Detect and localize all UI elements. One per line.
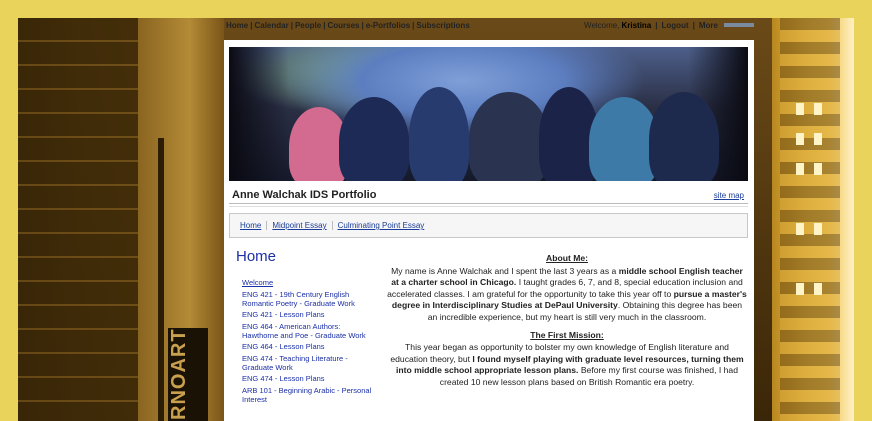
mission-paragraph: This year began as opportunity to bolste… (390, 342, 744, 387)
window (814, 223, 822, 235)
page-subnav: Home Midpoint Essay Culminating Point Es… (229, 213, 748, 238)
subnav-culminating-point-essay[interactable]: Culminating Point Essay (331, 221, 430, 230)
nav-people[interactable]: People (295, 21, 321, 30)
divider (229, 206, 748, 207)
welcome-label: Welcome, (584, 20, 620, 30)
window (796, 103, 804, 115)
nav-eportfolios[interactable]: e-Portfolios (366, 21, 410, 30)
top-nav-links: Home | Calendar | People | Courses | e-Portfolio… (226, 20, 470, 30)
main-content: About Me: My name is Anne Walchak and I … (387, 253, 747, 395)
nav-calendar[interactable]: Calendar (254, 21, 288, 30)
user-menu: Welcome, Kristina | Logout | More (584, 21, 754, 30)
nav-subscriptions[interactable]: Subscriptions (416, 21, 469, 30)
tower-windows (780, 18, 840, 421)
divider (229, 203, 748, 204)
window (814, 133, 822, 145)
gallery-sign: RNOART (168, 328, 208, 421)
window (796, 283, 804, 295)
student-figure (649, 92, 719, 181)
subnav-home[interactable]: Home (240, 221, 266, 230)
sidebar-item-eng421-lessons[interactable]: ENG 421 - Lesson Plans (242, 310, 372, 319)
sitemap-link[interactable]: site map (714, 191, 744, 200)
sidebar-nav: Welcome ENG 421 - 19th Century English R… (242, 278, 372, 406)
nav-courses[interactable]: Courses (327, 21, 359, 30)
window (814, 283, 822, 295)
building-left (18, 18, 138, 421)
subnav-midpoint-essay[interactable]: Midpoint Essay (266, 221, 331, 230)
student-figure (409, 87, 469, 181)
window (796, 223, 804, 235)
sidebar-item-arb101[interactable]: ARB 101 - Beginning Arabic - Personal In… (242, 386, 372, 404)
street-lamp (158, 138, 164, 421)
site-title: Anne Walchak IDS Portfolio (232, 189, 377, 201)
sidebar-item-eng421-graduate[interactable]: ENG 421 - 19th Century English Romantic … (242, 290, 372, 308)
window (796, 133, 804, 145)
window (814, 163, 822, 175)
username: Kristina (621, 20, 652, 30)
window (796, 163, 804, 175)
sidebar-item-welcome[interactable]: Welcome (242, 278, 372, 287)
student-figure (339, 97, 409, 181)
about-heading: About Me: (545, 253, 588, 263)
mission-heading: The First Mission: (530, 329, 604, 340)
sidebar-item-eng474-graduate[interactable]: ENG 474 - Teaching Literature - Graduate… (242, 354, 372, 372)
sidebar-item-eng464-lessons[interactable]: ENG 464 - Lesson Plans (242, 342, 372, 351)
about-paragraph: My name is Anne Walchak and I spent the … (387, 265, 747, 322)
top-navigation: Home | Calendar | People | Courses | e-Portfolio… (226, 18, 754, 32)
hero-banner-image (229, 47, 748, 181)
page-heading: Home (236, 248, 277, 265)
portfolio-page: Anne Walchak IDS Portfolio site map Home… (224, 40, 754, 421)
more-indicator (724, 23, 754, 27)
window (814, 103, 822, 115)
logout-link[interactable]: Logout (662, 21, 689, 30)
student-figure (469, 92, 549, 181)
nav-home[interactable]: Home (226, 21, 248, 30)
sidebar-item-eng464-graduate[interactable]: ENG 464 - American Authors: Hawthorne an… (242, 322, 372, 340)
more-link[interactable]: More (699, 21, 718, 30)
sidebar-item-eng474-lessons[interactable]: ENG 474 - Lesson Plans (242, 374, 372, 383)
